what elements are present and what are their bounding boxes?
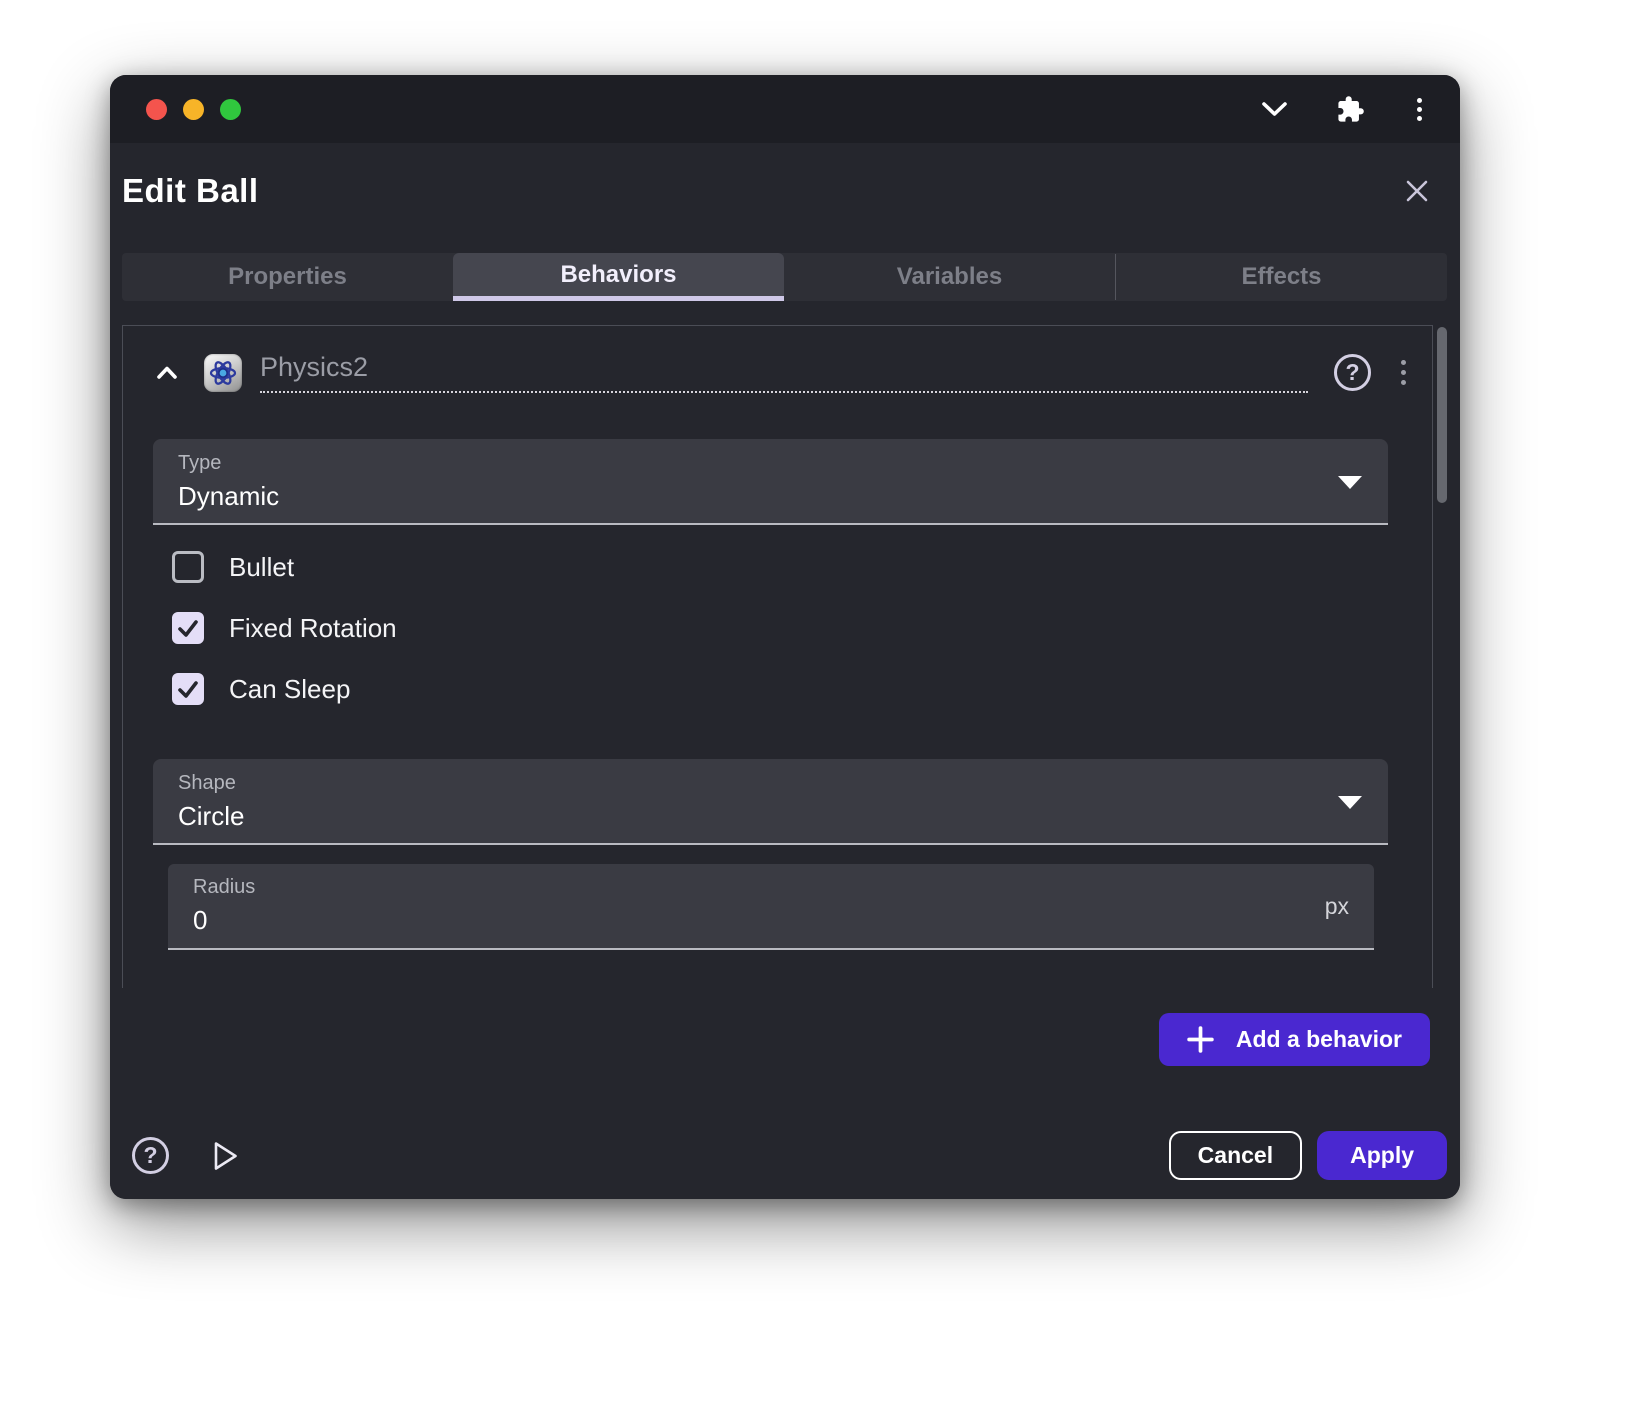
behaviors-list-panel: Physics2 ? Type Dynamic Bullet xyxy=(122,325,1433,988)
zoom-window-button[interactable] xyxy=(220,99,241,120)
plus-icon xyxy=(1185,1024,1216,1055)
radius-value: 0 xyxy=(193,905,1348,936)
extensions-puzzle-icon[interactable] xyxy=(1336,95,1365,124)
can-sleep-checkbox[interactable] xyxy=(172,673,204,705)
edit-ball-dialog: Edit Ball Properties Behaviors Variables… xyxy=(110,143,1460,1199)
radius-label: Radius xyxy=(193,876,1348,899)
checkmark-icon xyxy=(176,677,200,701)
dropdown-arrow-icon xyxy=(1338,476,1362,489)
add-behavior-button[interactable]: Add a behavior xyxy=(1159,1013,1430,1066)
behavior-options-icon[interactable] xyxy=(1397,356,1410,389)
panel-scrollbar[interactable] xyxy=(1437,327,1447,990)
radius-input[interactable]: Radius 0 px xyxy=(168,864,1374,950)
shape-label: Shape xyxy=(178,772,1362,795)
dialog-footer: ? Cancel Apply xyxy=(122,1131,1447,1180)
play-icon xyxy=(212,1140,239,1172)
checkmark-icon xyxy=(176,616,200,640)
chevron-down-icon[interactable] xyxy=(1261,101,1288,118)
dialog-help-button[interactable]: ? xyxy=(132,1137,169,1174)
traffic-lights xyxy=(146,99,241,120)
behavior-header: Physics2 ? xyxy=(156,352,1410,393)
atom-icon xyxy=(208,358,238,388)
chevron-up-icon xyxy=(156,365,178,380)
tab-properties[interactable]: Properties xyxy=(122,253,453,301)
behavior-name: Physics2 xyxy=(260,352,368,382)
close-window-button[interactable] xyxy=(146,99,167,120)
checkbox-row-fixed-rotation[interactable]: Fixed Rotation xyxy=(172,612,1432,644)
dropdown-arrow-icon xyxy=(1338,796,1362,809)
radius-unit: px xyxy=(1325,893,1349,920)
checkbox-label: Can Sleep xyxy=(229,674,350,705)
type-value: Dynamic xyxy=(178,481,1362,512)
shape-value: Circle xyxy=(178,801,1362,832)
checkbox-label: Fixed Rotation xyxy=(229,613,397,644)
cancel-button[interactable]: Cancel xyxy=(1169,1131,1302,1180)
type-label: Type xyxy=(178,452,1362,475)
preview-button[interactable] xyxy=(212,1140,239,1172)
add-behavior-label: Add a behavior xyxy=(1236,1026,1402,1053)
tab-variables[interactable]: Variables xyxy=(784,253,1115,301)
browser-menu-icon[interactable] xyxy=(1413,94,1426,125)
close-dialog-button[interactable] xyxy=(1402,176,1432,206)
checkbox-group: Bullet Fixed Rotation Can Sleep xyxy=(172,551,1432,705)
bullet-checkbox[interactable] xyxy=(172,551,204,583)
edit-ball-window: Edit Ball Properties Behaviors Variables… xyxy=(110,75,1460,1199)
minimize-window-button[interactable] xyxy=(183,99,204,120)
dialog-header: Edit Ball xyxy=(122,170,1447,212)
collapse-behavior-button[interactable] xyxy=(156,365,178,380)
tab-effects[interactable]: Effects xyxy=(1116,253,1447,301)
titlebar xyxy=(110,75,1460,143)
apply-button[interactable]: Apply xyxy=(1317,1131,1447,1180)
checkbox-row-bullet[interactable]: Bullet xyxy=(172,551,1432,583)
checkbox-label: Bullet xyxy=(229,552,294,583)
page-title: Edit Ball xyxy=(122,172,259,210)
scrollbar-thumb[interactable] xyxy=(1437,327,1447,503)
question-mark-icon: ? xyxy=(143,1142,157,1169)
tab-bar: Properties Behaviors Variables Effects xyxy=(122,253,1447,301)
checkbox-row-can-sleep[interactable]: Can Sleep xyxy=(172,673,1432,705)
behavior-help-button[interactable]: ? xyxy=(1334,354,1371,391)
fixed-rotation-checkbox[interactable] xyxy=(172,612,204,644)
physics-behavior-icon xyxy=(204,354,242,392)
type-select[interactable]: Type Dynamic xyxy=(153,439,1388,525)
close-icon xyxy=(1402,176,1432,206)
tab-behaviors[interactable]: Behaviors xyxy=(453,253,784,301)
question-mark-icon: ? xyxy=(1345,359,1359,386)
behavior-name-field[interactable]: Physics2 xyxy=(260,352,1308,393)
shape-select[interactable]: Shape Circle xyxy=(153,759,1388,845)
